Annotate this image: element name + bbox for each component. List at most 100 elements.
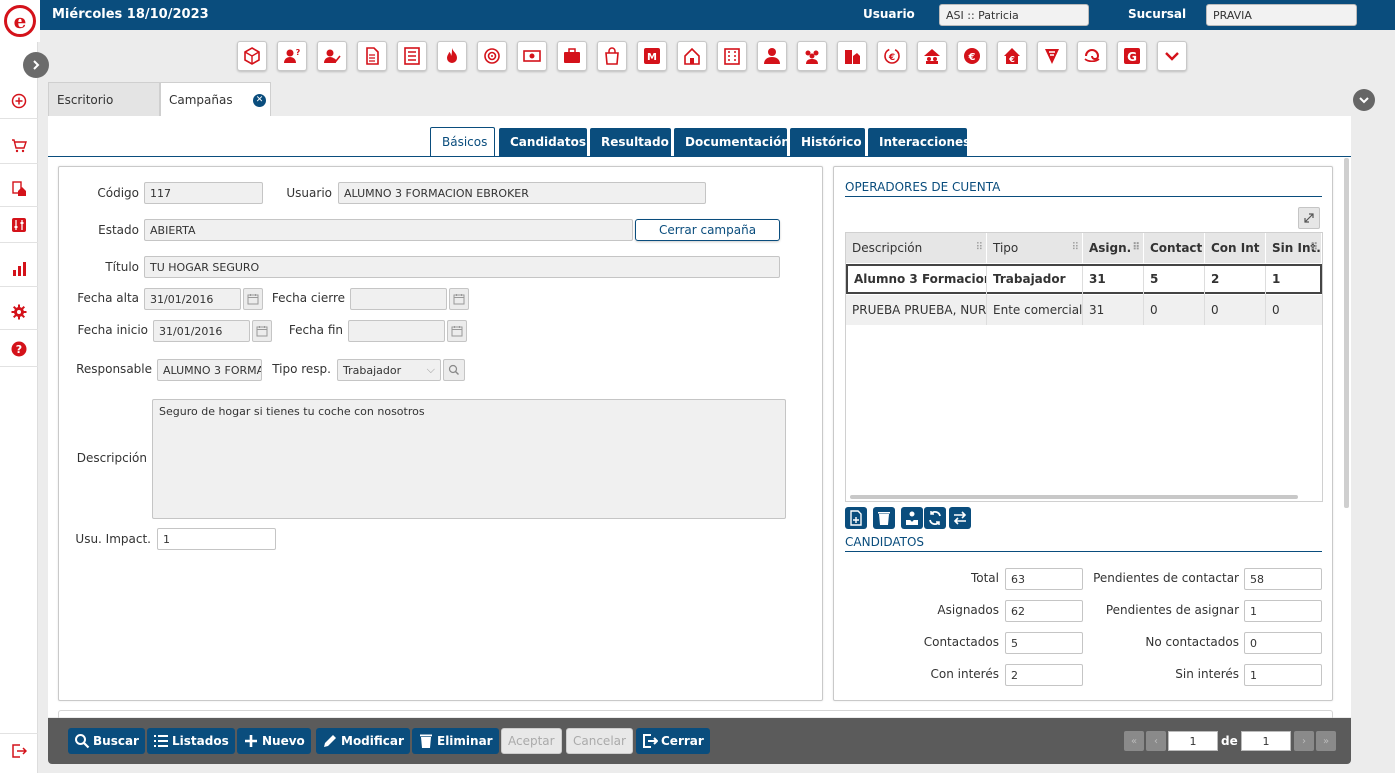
- expand-icon[interactable]: [1298, 207, 1320, 229]
- branch-field[interactable]: PRAVIA: [1206, 4, 1357, 26]
- drag-handle-icon[interactable]: ⠿: [1310, 242, 1318, 253]
- pendientes-contactar-field[interactable]: 58: [1244, 568, 1322, 590]
- g-icon[interactable]: G: [1117, 41, 1147, 71]
- building-icon[interactable]: [717, 41, 747, 71]
- table-row[interactable]: PRUEBA PRUEBA, NURIA Ente comercial 31 0…: [846, 295, 1322, 325]
- target-icon[interactable]: [477, 41, 507, 71]
- euro-house-icon[interactable]: €: [997, 41, 1027, 71]
- user-field[interactable]: ASI :: Patricia: [939, 4, 1089, 26]
- logout-icon[interactable]: [0, 733, 38, 768]
- usu-impact-field[interactable]: 1: [157, 528, 276, 550]
- horizontal-scrollbar[interactable]: [850, 495, 1298, 499]
- fire-icon[interactable]: [437, 41, 467, 71]
- column-header[interactable]: Con Int: [1205, 233, 1266, 263]
- refresh-icon[interactable]: [924, 507, 946, 529]
- drag-handle-icon[interactable]: ⠿: [976, 242, 983, 253]
- bar-chart-icon[interactable]: [0, 252, 38, 287]
- tipo-resp-select[interactable]: Trabajador ⌵: [337, 359, 441, 381]
- fecha-alta-field[interactable]: 31/01/2016: [144, 288, 241, 310]
- drag-handle-icon[interactable]: ⠿: [1132, 242, 1140, 253]
- tab-candidatos[interactable]: Candidatos: [499, 128, 587, 156]
- contactados-field[interactable]: 5: [1005, 632, 1083, 654]
- person-check-icon[interactable]: [317, 41, 347, 71]
- cart-icon[interactable]: [0, 129, 38, 164]
- chevron-down-icon[interactable]: [1157, 41, 1187, 71]
- assign-user-icon[interactable]: [901, 507, 923, 529]
- swirl-icon[interactable]: [1077, 41, 1107, 71]
- fecha-cierre-field[interactable]: [350, 288, 447, 310]
- tab-resultado[interactable]: Resultado: [590, 128, 671, 156]
- fecha-fin-field[interactable]: [348, 320, 445, 342]
- tab-basicos[interactable]: Básicos: [430, 127, 495, 157]
- pendientes-asignar-field[interactable]: 1: [1244, 600, 1322, 622]
- fecha-inicio-field[interactable]: 31/01/2016: [153, 320, 250, 342]
- search-icon[interactable]: [443, 359, 465, 381]
- calendar-icon[interactable]: [447, 320, 467, 342]
- page-current-input[interactable]: 1: [1168, 731, 1218, 751]
- list-icon[interactable]: [397, 41, 427, 71]
- money-icon[interactable]: [517, 41, 547, 71]
- drag-handle-icon[interactable]: ⠿: [1072, 242, 1079, 253]
- aceptar-button[interactable]: Aceptar: [501, 728, 562, 754]
- persons-house-icon[interactable]: [917, 41, 947, 71]
- person-question-icon[interactable]: ?: [277, 41, 307, 71]
- column-header[interactable]: Contact: [1144, 233, 1205, 263]
- codigo-field[interactable]: 117: [144, 182, 263, 204]
- estado-field[interactable]: ABIERTA: [144, 219, 633, 241]
- tab-interacciones[interactable]: Interacciones: [868, 128, 970, 156]
- asignados-field[interactable]: 62: [1005, 600, 1083, 622]
- cancelar-button[interactable]: Cancelar: [566, 728, 633, 754]
- add-circle-icon[interactable]: [0, 84, 38, 119]
- last-page-icon[interactable]: »: [1316, 731, 1336, 751]
- gear-icon[interactable]: [0, 295, 38, 330]
- column-header[interactable]: Tipo ⠿: [987, 233, 1083, 263]
- calendar-icon[interactable]: [252, 320, 272, 342]
- trash-icon[interactable]: [873, 507, 895, 529]
- document-icon[interactable]: [357, 41, 387, 71]
- sin-interes-field[interactable]: 1: [1244, 664, 1322, 686]
- first-page-icon[interactable]: «: [1124, 731, 1144, 751]
- calendar-icon[interactable]: [243, 288, 263, 310]
- house-icon[interactable]: [677, 41, 707, 71]
- briefcase-icon[interactable]: [557, 41, 587, 71]
- descripcion-textarea[interactable]: Seguro de hogar si tienes tu coche con n…: [152, 399, 786, 519]
- person-icon[interactable]: [757, 41, 787, 71]
- prev-page-icon[interactable]: ‹: [1146, 731, 1166, 751]
- cerrar-campana-button[interactable]: Cerrar campaña: [635, 219, 780, 241]
- help-icon[interactable]: ?: [0, 332, 38, 367]
- house-document-icon[interactable]: [0, 172, 38, 207]
- tab-documentacion[interactable]: Documentación: [674, 128, 790, 156]
- app-logo[interactable]: e: [0, 0, 40, 42]
- tab-historico[interactable]: Histórico: [790, 128, 865, 156]
- chevron-down-circle-icon[interactable]: [1353, 89, 1375, 111]
- swap-icon[interactable]: [949, 507, 971, 529]
- euro-icon[interactable]: €: [957, 41, 987, 71]
- modificar-button[interactable]: Modificar: [316, 728, 410, 754]
- column-header[interactable]: Descripción ⠿: [846, 233, 987, 263]
- new-document-icon[interactable]: [845, 507, 867, 529]
- calendar-icon[interactable]: [449, 288, 469, 310]
- table-row[interactable]: Alumno 3 Formacion eb Trabajador 31 5 2 …: [846, 264, 1322, 296]
- shield-down-icon[interactable]: [1037, 41, 1067, 71]
- con-interes-field[interactable]: 2: [1005, 664, 1083, 686]
- usuario-field[interactable]: ALUMNO 3 FORMACION EBROKER: [338, 182, 706, 204]
- nuevo-button[interactable]: Nuevo: [237, 728, 311, 754]
- listados-button[interactable]: Listados: [147, 728, 235, 754]
- chevron-right-icon[interactable]: [23, 52, 49, 78]
- shopping-bag-icon[interactable]: [597, 41, 627, 71]
- total-field[interactable]: 63: [1005, 568, 1083, 590]
- buscar-button[interactable]: Buscar: [68, 728, 145, 754]
- cerrar-button[interactable]: Cerrar: [636, 728, 710, 754]
- eliminar-button[interactable]: Eliminar: [412, 728, 499, 754]
- buildings-icon[interactable]: [837, 41, 867, 71]
- responsable-field[interactable]: ALUMNO 3 FORMA: [157, 359, 262, 381]
- tab-escritorio[interactable]: Escritorio: [48, 82, 160, 116]
- scrollbar[interactable]: [1344, 158, 1349, 508]
- mi-icon[interactable]: M: [637, 41, 667, 71]
- next-page-icon[interactable]: ›: [1294, 731, 1314, 751]
- close-icon[interactable]: ✕: [253, 94, 266, 107]
- tab-campanas[interactable]: Campañas ✕: [160, 82, 271, 116]
- column-header[interactable]: Sin Int. ⠿: [1266, 233, 1322, 263]
- titulo-field[interactable]: TU HOGAR SEGURO: [144, 256, 780, 278]
- column-header[interactable]: Asign. ⠿: [1083, 233, 1144, 263]
